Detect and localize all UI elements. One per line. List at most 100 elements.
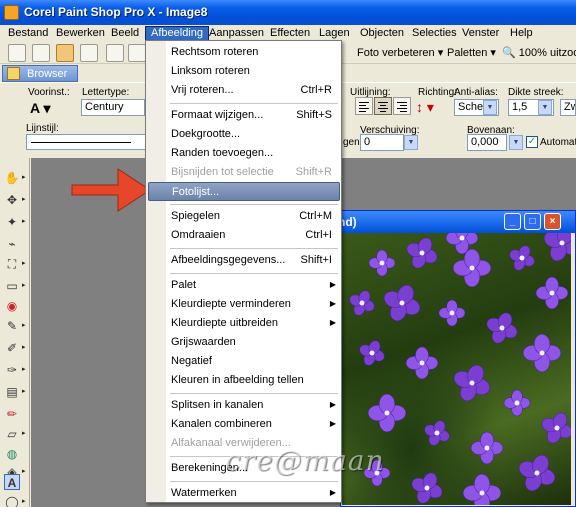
flower-blossom [424, 420, 450, 446]
paletten-button[interactable]: Paletten ▾ [447, 46, 496, 59]
menu-item-vrij-roteren[interactable]: Vrij roteren... Ctrl+R [148, 81, 340, 100]
scan-icon[interactable] [80, 44, 98, 62]
menu-item-rechtsom-roteren[interactable]: Rechtsom roteren [148, 43, 340, 62]
flower-blossom [406, 237, 438, 269]
minimize-icon[interactable]: _ [504, 213, 521, 230]
bovenaan-dropdown-icon[interactable]: ▼ [509, 135, 523, 150]
transform-tool-icon[interactable]: ▭ [4, 278, 20, 294]
verschuiving-dropdown-icon[interactable]: ▼ [404, 135, 418, 150]
dikte-streek-label: Dikte streek: [508, 87, 564, 98]
menu-item-palet[interactable]: Palet ▶ [148, 276, 340, 295]
flower-blossom [509, 245, 535, 271]
align-right-icon[interactable] [393, 97, 411, 115]
paint-shop-pro-icon [4, 5, 19, 20]
align-left-icon[interactable] [355, 97, 373, 115]
lijnstijl-label: Lijnstijl: [26, 123, 59, 134]
paint-brush-icon[interactable]: ✎ [4, 318, 20, 334]
line-style-select[interactable] [26, 134, 146, 150]
menu-item-afbeeldingsgegevens[interactable]: Afbeeldingsgegevens... Shift+I [148, 251, 340, 270]
menu-beeld[interactable]: Beeld [105, 26, 145, 42]
image-window-titlebar[interactable]: nd) _ □ × [338, 211, 575, 233]
eraser-tool-icon[interactable]: ▱ [4, 426, 20, 442]
flower-blossom [462, 473, 502, 505]
stroke-width-dropdown-icon[interactable]: ▼ [538, 100, 552, 115]
menu-separator [170, 481, 338, 482]
align-center-icon[interactable] [374, 97, 392, 115]
pan-tool-icon[interactable]: ✋ [4, 170, 20, 186]
menu-item-negatief[interactable]: Negatief [148, 352, 340, 371]
print-icon[interactable] [128, 44, 146, 62]
menu-item-fotolijst[interactable]: Fotolijst... [148, 182, 340, 201]
red-arrow-annotation [71, 168, 151, 212]
menu-item-grijswaarden[interactable]: Grijswaarden [148, 333, 340, 352]
zoom-out-button[interactable]: 🔍 100% uitzoom [502, 46, 576, 59]
menu-help[interactable]: Help [504, 26, 539, 42]
menu-item-spiegelen[interactable]: Spiegelen Ctrl+M [148, 207, 340, 226]
menu-item-linksom-roteren[interactable]: Linksom roteren [148, 62, 340, 81]
maximize-icon[interactable]: □ [524, 213, 541, 230]
flower-blossom [367, 393, 407, 433]
text-direction-icon[interactable]: ↕ ▾ [416, 99, 434, 116]
flower-blossom [518, 454, 556, 492]
text-tool-icon[interactable]: A [4, 474, 20, 490]
menu-venster[interactable]: Venster [456, 26, 505, 42]
red-eye-tool-icon[interactable]: ◉ [4, 298, 20, 314]
menu-bewerken[interactable]: Bewerken [50, 26, 111, 42]
flower-blossom [470, 431, 504, 465]
menu-item-splitsen-in-kanalen[interactable]: Splitsen in kanalen ▶ [148, 396, 340, 415]
voorinst-label: Voorinst.: [28, 87, 70, 98]
flower-blossom [411, 472, 443, 504]
menu-separator [170, 248, 338, 249]
menu-item-omdraaien[interactable]: Omdraaien Ctrl+I [148, 226, 340, 245]
browser-tab[interactable]: Browser [2, 65, 78, 82]
bovenaan-field[interactable]: 0,000 [467, 134, 507, 151]
move-tool-icon[interactable]: ✥ [4, 192, 20, 208]
lighten-darken-icon[interactable]: ▤ [4, 384, 20, 400]
menu-item-formaat-wijzigen[interactable]: Formaat wijzigen... Shift+S [148, 106, 340, 125]
antialias-label: Anti-alias: [454, 87, 498, 98]
submenu-arrow-icon: ▶ [329, 419, 336, 428]
magic-wand-icon[interactable]: ✦ [4, 214, 20, 230]
automatisch-checkbox[interactable]: ✓ [526, 136, 538, 148]
zw-field[interactable]: Zwa [560, 99, 576, 116]
browser-toggle-icon[interactable] [56, 44, 74, 62]
menu-objecten[interactable]: Objecten [354, 26, 410, 42]
menu-item-bijsnijden-tot-selectie[interactable]: Bijsnijden tot selectie Shift+R [148, 163, 340, 182]
menu-item-kanalen-combineren[interactable]: Kanalen combineren ▶ [148, 415, 340, 434]
antialias-dropdown-icon[interactable]: ▼ [483, 100, 497, 115]
foto-verbeteren-button[interactable]: Foto verbeteren ▾ [357, 46, 443, 59]
flower-blossom [503, 389, 531, 417]
crop-tool-icon[interactable]: ⛶ [4, 256, 20, 272]
magnifier-icon: 🔍 [502, 47, 516, 59]
open-file-icon[interactable] [32, 44, 50, 62]
menu-bestand[interactable]: Bestand [2, 26, 54, 42]
dropper-tool-icon[interactable]: ⌁ [4, 236, 20, 252]
menu-item-watermerken[interactable]: Watermerken ▶ [148, 484, 340, 503]
close-icon[interactable]: × [544, 213, 561, 230]
pencil-tool-icon[interactable]: ✏ [4, 406, 20, 422]
menu-item-kleurdiepte-uitbreiden[interactable]: Kleurdiepte uitbreiden ▶ [148, 314, 340, 333]
submenu-arrow-icon: ▶ [329, 318, 336, 327]
save-icon[interactable] [106, 44, 124, 62]
dodge-tool-icon[interactable]: ✑ [4, 362, 20, 378]
menu-item-doekgrootte[interactable]: Doekgrootte... [148, 125, 340, 144]
menu-selecties[interactable]: Selecties [406, 26, 463, 42]
menu-item-kleurdiepte-verminderen[interactable]: Kleurdiepte verminderen ▶ [148, 295, 340, 314]
clone-brush-icon[interactable]: ✐ [4, 340, 20, 356]
richting-label: Richting: [418, 87, 457, 98]
font-select[interactable]: Century [81, 99, 145, 116]
verschuiving-field[interactable]: 0 [360, 134, 404, 151]
preset-icon[interactable]: A ▾ [30, 100, 51, 117]
browser-icon [7, 67, 20, 80]
watermark-text: cre@maan [225, 444, 385, 477]
flower-blossom [452, 248, 492, 288]
flower-blossom [368, 249, 396, 277]
new-file-icon[interactable] [8, 44, 26, 62]
shape-tool-icon[interactable]: ◯ [4, 494, 20, 507]
fill-tool-icon[interactable]: ◍ [4, 446, 20, 462]
flower-blossom [438, 299, 466, 327]
menu-item-randen-toevoegen[interactable]: Randen toevoegen... [148, 144, 340, 163]
menu-separator [170, 393, 338, 394]
menu-item-kleuren-tellen[interactable]: Kleuren in afbeelding tellen [148, 371, 340, 390]
gen-label: gen [343, 137, 360, 148]
